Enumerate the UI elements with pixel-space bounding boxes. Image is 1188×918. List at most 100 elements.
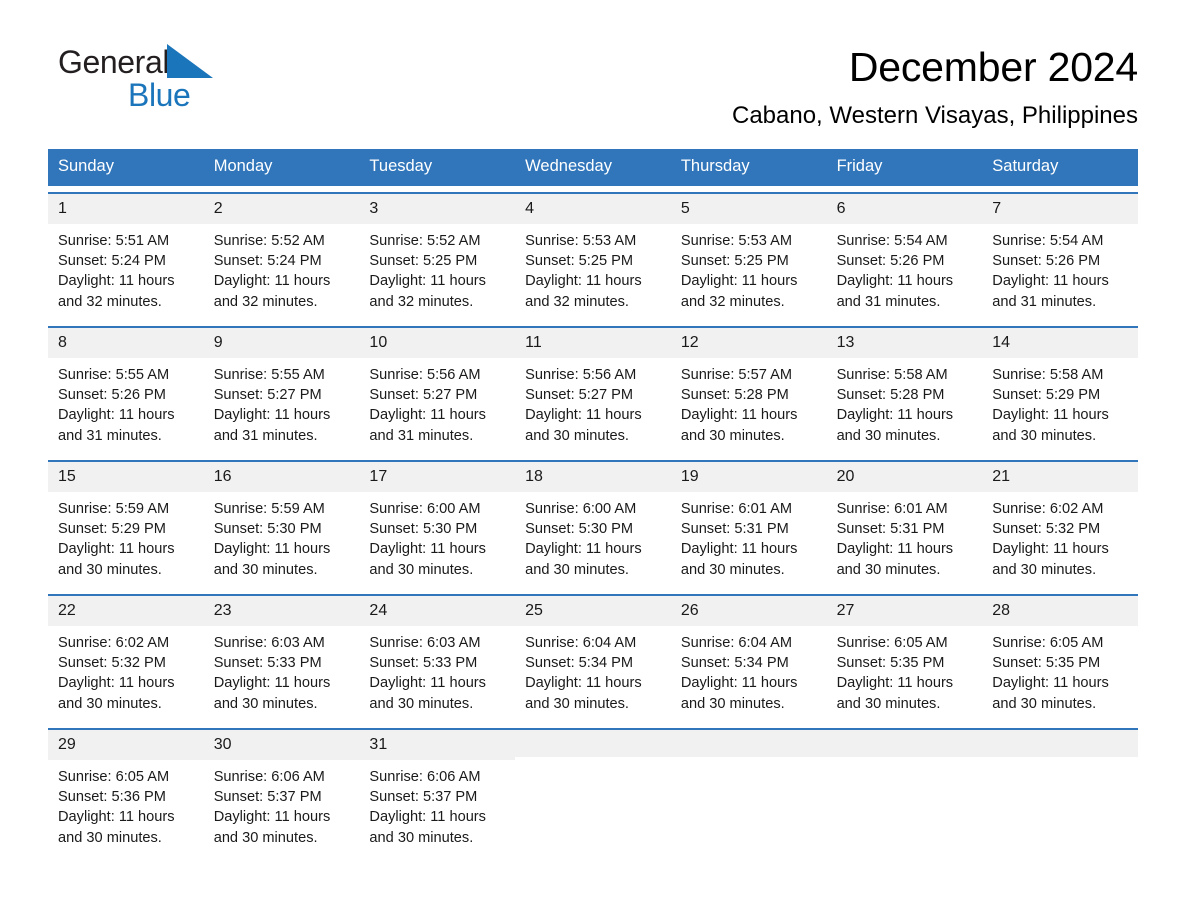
day-number: 23: [203, 596, 360, 627]
daylight-text-line1: Daylight: 11 hours: [213, 675, 331, 692]
day-cell[interactable]: 2 Sunrise: 5:52 AM Sunset: 5:24 PM Dayli…: [203, 194, 360, 320]
calendar-week-row: 15 Sunrise: 5:59 AM Sunset: 5:29 PM Dayl…: [48, 460, 1138, 588]
day-cell[interactable]: 20 Sunrise: 6:01 AM Sunset: 5:31 PM Dayl…: [826, 462, 983, 588]
sunrise-text: Sunrise: 5:51 AM: [58, 233, 170, 250]
day-cell[interactable]: 9 Sunrise: 5:55 AM Sunset: 5:27 PM Dayli…: [203, 328, 360, 454]
day-cell[interactable]: 26 Sunrise: 6:04 AM Sunset: 5:34 PM Dayl…: [670, 596, 827, 722]
day-cell[interactable]: 15 Sunrise: 5:59 AM Sunset: 5:29 PM Dayl…: [48, 462, 204, 588]
sunrise-text: Sunrise: 6:01 AM: [836, 501, 948, 518]
day-cell[interactable]: 14 Sunrise: 5:58 AM Sunset: 5:29 PM Dayl…: [982, 328, 1138, 454]
weekday-header-monday: Monday: [213, 157, 273, 176]
title-block: December 2024 Cabano, Western Visayas, P…: [732, 44, 1138, 129]
day-cell[interactable]: 25 Sunrise: 6:04 AM Sunset: 5:34 PM Dayl…: [515, 596, 671, 722]
day-cell[interactable]: 17 Sunrise: 6:00 AM Sunset: 5:30 PM Dayl…: [359, 462, 516, 588]
daylight-text-line1: Daylight: 11 hours: [58, 541, 175, 558]
day-cell[interactable]: 12 Sunrise: 5:57 AM Sunset: 5:28 PM Dayl…: [670, 328, 827, 454]
day-number: 7: [982, 194, 1138, 225]
weekday-header-thursday: Thursday: [680, 157, 750, 176]
day-cell[interactable]: 19 Sunrise: 6:01 AM Sunset: 5:31 PM Dayl…: [670, 462, 827, 588]
day-number: 11: [515, 328, 671, 359]
daylight-text-line2: and 30 minutes.: [369, 695, 474, 712]
daylight-text-line2: and 30 minutes.: [58, 829, 162, 846]
day-details: Sunrise: 5:56 AM Sunset: 5:27 PM Dayligh…: [515, 358, 671, 446]
daylight-text-line2: and 30 minutes.: [836, 427, 941, 444]
day-cell[interactable]: 21 Sunrise: 6:02 AM Sunset: 5:32 PM Dayl…: [982, 462, 1138, 588]
daylight-text-line1: Daylight: 11 hours: [369, 541, 486, 558]
daylight-text-line1: Daylight: 11 hours: [836, 541, 954, 558]
daylight-text-line2: and 30 minutes.: [213, 829, 318, 846]
sunset-text: Sunset: 5:24 PM: [58, 253, 166, 270]
day-cell[interactable]: 11 Sunrise: 5:56 AM Sunset: 5:27 PM Dayl…: [515, 328, 671, 454]
day-cell[interactable]: 27 Sunrise: 6:05 AM Sunset: 5:35 PM Dayl…: [826, 596, 983, 722]
day-details: Sunrise: 6:00 AM Sunset: 5:30 PM Dayligh…: [515, 492, 671, 580]
sunrise-text: Sunrise: 6:02 AM: [58, 635, 170, 652]
day-cell[interactable]: 10 Sunrise: 5:56 AM Sunset: 5:27 PM Dayl…: [359, 328, 516, 454]
sunset-text: Sunset: 5:30 PM: [369, 521, 478, 538]
sunset-text: Sunset: 5:26 PM: [992, 253, 1101, 270]
sunrise-text: Sunrise: 6:03 AM: [213, 635, 325, 652]
daylight-text-line2: and 30 minutes.: [836, 695, 941, 712]
day-cell[interactable]: 28 Sunrise: 6:05 AM Sunset: 5:35 PM Dayl…: [982, 596, 1138, 722]
daylight-text-line1: Daylight: 11 hours: [680, 407, 798, 424]
sunset-text: Sunset: 5:33 PM: [369, 655, 478, 672]
day-cell[interactable]: 1 Sunrise: 5:51 AM Sunset: 5:24 PM Dayli…: [48, 194, 204, 320]
day-number: 13: [826, 328, 983, 359]
sunrise-text: Sunrise: 5:58 AM: [836, 367, 948, 384]
day-cell[interactable]: 16 Sunrise: 5:59 AM Sunset: 5:30 PM Dayl…: [203, 462, 360, 588]
day-cell[interactable]: 31 Sunrise: 6:06 AM Sunset: 5:37 PM Dayl…: [359, 730, 516, 856]
sunset-text: Sunset: 5:27 PM: [213, 387, 322, 404]
day-cell[interactable]: 7 Sunrise: 5:54 AM Sunset: 5:26 PM Dayli…: [982, 194, 1138, 320]
brand-name-blue: Blue: [128, 77, 191, 113]
sunrise-text: Sunrise: 5:56 AM: [369, 367, 481, 384]
daylight-text-line2: and 32 minutes.: [213, 293, 318, 310]
day-cell[interactable]: 3 Sunrise: 5:52 AM Sunset: 5:25 PM Dayli…: [359, 194, 516, 320]
sunrise-text: Sunrise: 6:06 AM: [213, 769, 325, 786]
general-blue-logo[interactable]: General Blue: [58, 44, 214, 113]
sunrise-text: Sunrise: 6:04 AM: [680, 635, 792, 652]
day-cell[interactable]: 6 Sunrise: 5:54 AM Sunset: 5:26 PM Dayli…: [826, 194, 983, 320]
day-cell[interactable]: 24 Sunrise: 6:03 AM Sunset: 5:33 PM Dayl…: [359, 596, 516, 722]
daylight-text-line2: and 30 minutes.: [58, 561, 162, 578]
sunrise-text: Sunrise: 5:53 AM: [525, 233, 637, 250]
day-details: Sunrise: 6:06 AM Sunset: 5:37 PM Dayligh…: [359, 760, 515, 848]
day-details: Sunrise: 6:05 AM Sunset: 5:36 PM Dayligh…: [48, 760, 204, 848]
day-number: 12: [670, 328, 827, 359]
daylight-text-line1: Daylight: 11 hours: [58, 407, 175, 424]
sunrise-text: Sunrise: 5:57 AM: [680, 367, 792, 384]
day-number: 15: [48, 462, 204, 493]
daylight-text-line1: Daylight: 11 hours: [680, 273, 798, 290]
day-details: Sunrise: 6:01 AM Sunset: 5:31 PM Dayligh…: [827, 492, 983, 580]
daylight-text-line2: and 32 minutes.: [680, 293, 785, 310]
day-number: 26: [670, 596, 827, 627]
day-details: Sunrise: 6:03 AM Sunset: 5:33 PM Dayligh…: [359, 626, 515, 714]
day-cell[interactable]: 5 Sunrise: 5:53 AM Sunset: 5:25 PM Dayli…: [670, 194, 827, 320]
daylight-text-line2: and 30 minutes.: [525, 427, 629, 444]
daylight-text-line2: and 30 minutes.: [369, 561, 474, 578]
sunrise-text: Sunrise: 6:05 AM: [992, 635, 1104, 652]
daylight-text-line2: and 31 minutes.: [992, 293, 1097, 310]
day-cell[interactable]: 13 Sunrise: 5:58 AM Sunset: 5:28 PM Dayl…: [826, 328, 983, 454]
day-cell[interactable]: 4 Sunrise: 5:53 AM Sunset: 5:25 PM Dayli…: [515, 194, 671, 320]
sunset-text: Sunset: 5:35 PM: [992, 655, 1101, 672]
day-cell[interactable]: 18 Sunrise: 6:00 AM Sunset: 5:30 PM Dayl…: [515, 462, 671, 588]
sunset-text: Sunset: 5:32 PM: [58, 655, 166, 672]
daylight-text-line2: and 31 minutes.: [213, 427, 318, 444]
day-number: 10: [359, 328, 516, 359]
sunset-text: Sunset: 5:32 PM: [992, 521, 1101, 538]
day-cell[interactable]: 30 Sunrise: 6:06 AM Sunset: 5:37 PM Dayl…: [203, 730, 360, 856]
day-details: Sunrise: 5:55 AM Sunset: 5:26 PM Dayligh…: [48, 358, 204, 446]
day-cell[interactable]: 23 Sunrise: 6:03 AM Sunset: 5:33 PM Dayl…: [203, 596, 360, 722]
sunset-text: Sunset: 5:26 PM: [836, 253, 945, 270]
day-cell-empty: [826, 730, 983, 856]
day-cell[interactable]: 22 Sunrise: 6:02 AM Sunset: 5:32 PM Dayl…: [48, 596, 204, 722]
sunset-text: Sunset: 5:37 PM: [369, 789, 478, 806]
day-number: 9: [203, 328, 360, 359]
day-cell[interactable]: 29 Sunrise: 6:05 AM Sunset: 5:36 PM Dayl…: [48, 730, 204, 856]
sunset-text: Sunset: 5:30 PM: [525, 521, 634, 538]
sunset-text: Sunset: 5:29 PM: [992, 387, 1101, 404]
sunset-text: Sunset: 5:33 PM: [213, 655, 322, 672]
day-number: 31: [359, 730, 516, 761]
day-number: 19: [670, 462, 827, 493]
day-cell[interactable]: 8 Sunrise: 5:55 AM Sunset: 5:26 PM Dayli…: [48, 328, 204, 454]
day-number: 22: [48, 596, 204, 627]
